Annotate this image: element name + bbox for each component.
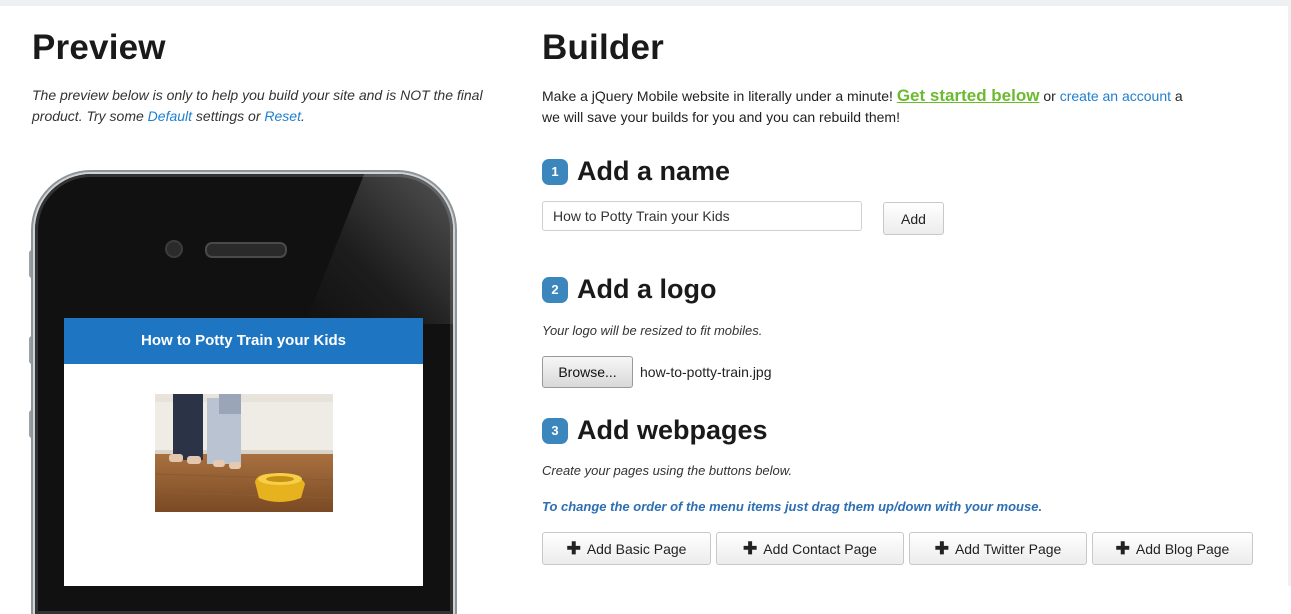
step-title-add-webpages: Add webpages <box>577 415 768 445</box>
intro-or-text: or <box>1039 88 1060 104</box>
plus-icon: ✚ <box>566 539 581 558</box>
button-label: Add Contact Page <box>763 540 877 557</box>
create-account-link[interactable]: create an account <box>1060 88 1171 104</box>
intro-text: Make a jQuery Mobile website in literall… <box>542 88 897 104</box>
plus-icon: ✚ <box>934 539 949 558</box>
button-label: Add Twitter Page <box>954 540 1062 557</box>
order-note: To change the order of the menu items ju… <box>542 499 1043 514</box>
phone-camera-icon <box>165 240 183 258</box>
preview-title: Preview <box>32 28 166 67</box>
preview-desc-text-2: settings or <box>192 108 265 124</box>
potty-photo <box>155 394 333 512</box>
reset-link[interactable]: Reset <box>264 108 301 124</box>
intro-text-after: a <box>1171 88 1183 104</box>
step-3-header: 3 Add webpages <box>542 415 768 446</box>
step-number-badge: 2 <box>542 276 568 303</box>
builder-title: Builder <box>542 28 664 67</box>
add-blog-page-button[interactable]: ✚ Add Blog Page <box>1092 532 1253 565</box>
step-number-badge: 3 <box>542 417 568 444</box>
browse-button[interactable]: Browse... <box>542 356 633 388</box>
step-2-header: 2 Add a logo <box>542 274 716 305</box>
default-link[interactable]: Default <box>148 108 192 124</box>
pages-note: Create your pages using the buttons belo… <box>542 463 793 478</box>
step-title-add-name: Add a name <box>577 156 731 186</box>
add-basic-page-button[interactable]: ✚ Add Basic Page <box>542 532 711 565</box>
phone-screen: How to Potty Train your Kids <box>64 318 423 586</box>
logo-filename: how-to-potty-train.jpg <box>640 364 772 380</box>
button-label: Add Blog Page <box>1135 540 1230 557</box>
intro-text-line2: we will save your builds for you and you… <box>542 109 900 125</box>
top-border <box>0 0 1291 6</box>
preview-description: The preview below is only to help you bu… <box>32 85 487 127</box>
logo-resize-note: Your logo will be resized to fit mobiles… <box>542 323 763 338</box>
plus-icon: ✚ <box>743 539 758 558</box>
button-label: Add Basic Page <box>586 540 687 557</box>
site-logo-image <box>155 394 333 512</box>
step-1-header: 1 Add a name <box>542 156 730 187</box>
preview-panel: Preview The preview below is only to hel… <box>32 28 502 127</box>
site-name-input[interactable] <box>542 201 862 231</box>
get-started-link[interactable]: Get started below <box>897 86 1040 105</box>
add-name-button[interactable]: Add <box>883 202 944 235</box>
phone-speaker-icon <box>205 242 287 258</box>
add-twitter-page-button[interactable]: ✚ Add Twitter Page <box>909 532 1087 565</box>
plus-icon: ✚ <box>1115 539 1130 558</box>
add-contact-page-button[interactable]: ✚ Add Contact Page <box>716 532 904 565</box>
builder-intro: Make a jQuery Mobile website in literall… <box>542 85 1291 128</box>
phone-glare <box>305 174 453 324</box>
preview-desc-text-3: . <box>300 108 305 124</box>
step-title-add-logo: Add a logo <box>577 274 717 304</box>
step-number-badge: 1 <box>542 158 568 185</box>
phone-site-header: How to Potty Train your Kids <box>64 318 423 364</box>
builder-panel: Builder Make a jQuery Mobile website in … <box>542 28 1291 565</box>
